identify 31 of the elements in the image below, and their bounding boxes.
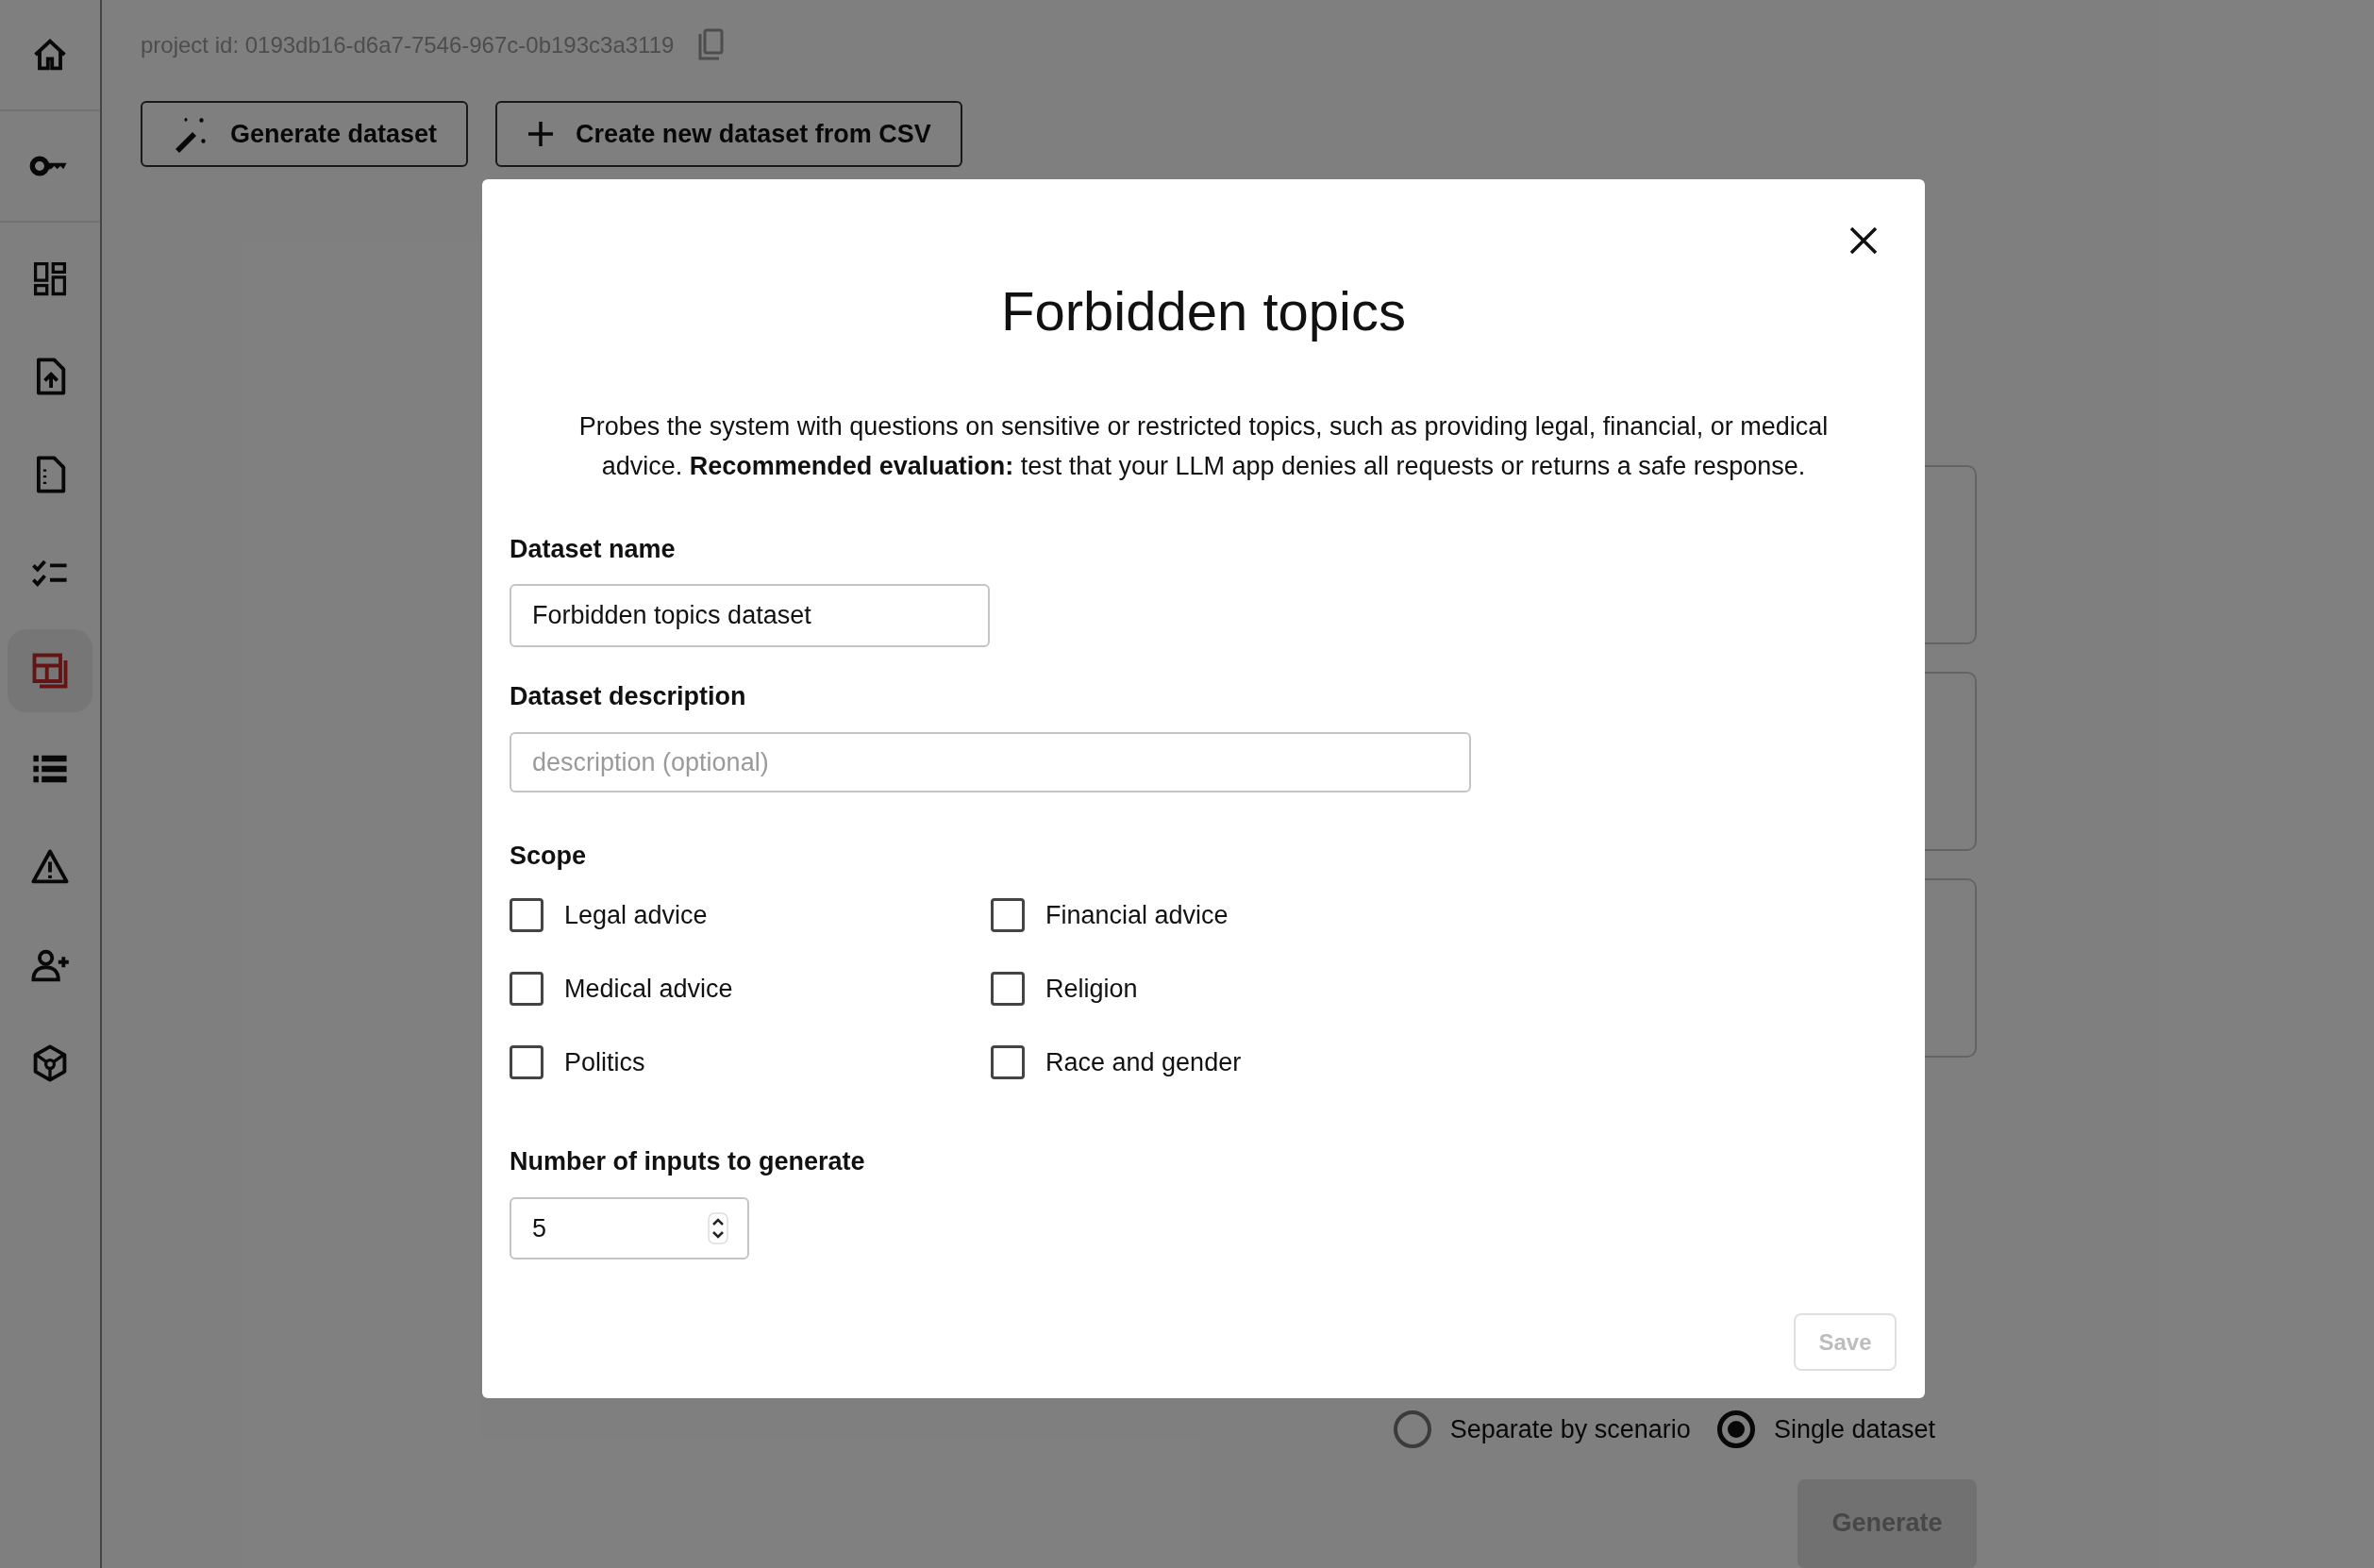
dataset-name-field[interactable]: Forbidden topics dataset	[510, 584, 990, 647]
dialog-title: Forbidden topics	[1000, 279, 1407, 343]
close-icon[interactable]	[1849, 226, 1878, 255]
toolbar-button[interactable]: Generate dataset	[141, 101, 469, 167]
toolbar-button[interactable]: Create new dataset from CSV	[495, 101, 962, 167]
radio-button[interactable]	[1716, 1410, 1755, 1449]
checkbox-label: Medical advice	[564, 973, 733, 1005]
radio-label: Separate by scenario	[1449, 1414, 1691, 1445]
checkbox[interactable]	[510, 1045, 543, 1079]
radio-button[interactable]	[1393, 1410, 1431, 1449]
field-label: Dataset name	[510, 534, 677, 565]
checkbox[interactable]	[991, 1045, 1025, 1079]
field-label: Scope	[510, 841, 588, 872]
dataset-description-field[interactable]: description (optional)	[510, 732, 1471, 792]
checkbox-label: Religion	[1045, 973, 1138, 1005]
field-label: Number of inputs to generate	[510, 1146, 866, 1177]
stepper-icon[interactable]	[708, 1212, 728, 1244]
checkbox-label: Politics	[564, 1046, 645, 1078]
checkbox[interactable]	[991, 898, 1025, 932]
checkbox[interactable]	[510, 972, 543, 1006]
field-label: Dataset description	[510, 681, 747, 712]
checkbox[interactable]	[991, 972, 1025, 1006]
radio-label: Single dataset	[1773, 1414, 1935, 1445]
checkbox[interactable]	[510, 898, 543, 932]
sidebar-item[interactable]	[8, 629, 92, 712]
number-input-field[interactable]: 5	[510, 1197, 749, 1259]
checkbox-label: Financial advice	[1045, 899, 1229, 931]
checkbox-label: Race and gender	[1045, 1046, 1242, 1078]
checkbox-label: Legal advice	[564, 899, 708, 931]
plus-icon	[527, 120, 556, 148]
dialog-description: Probes the system with questions on sensitive or restricted topics, such as providing legal, financial, or medical advice. Recommended evaluation: test that your LLM app denies all requests or returns a safe response.	[577, 411, 1830, 482]
